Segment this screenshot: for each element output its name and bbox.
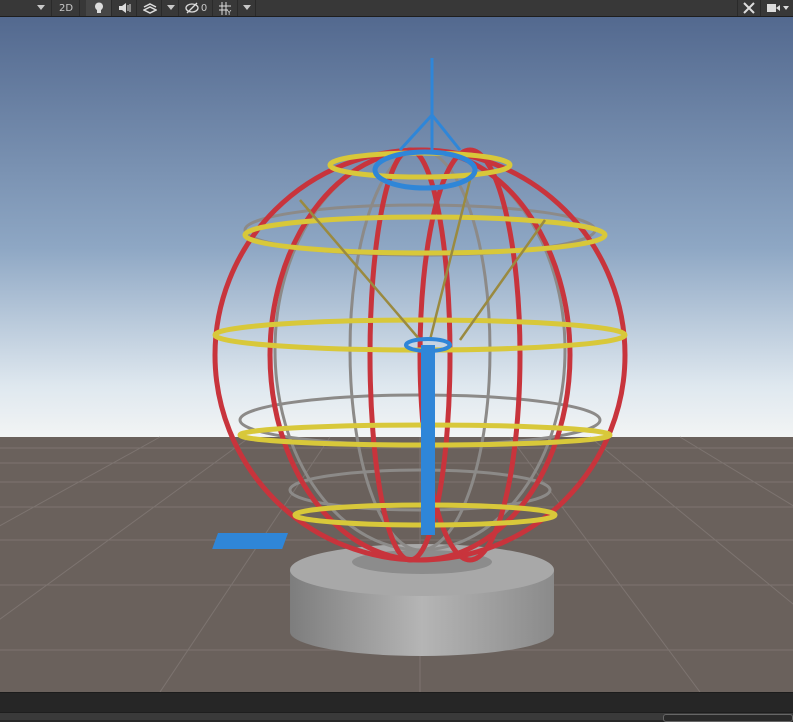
- bottom-panel-bar: [0, 692, 793, 712]
- lightbulb-icon: [94, 2, 103, 13]
- tools-icon: [743, 2, 755, 14]
- status-field[interactable]: [663, 714, 793, 722]
- toggle-2d-button[interactable]: 2D: [53, 0, 80, 16]
- audio-toggle[interactable]: [113, 0, 137, 16]
- scene-toolbar: 2D 0 Y: [0, 0, 793, 17]
- scene-render: [0, 17, 793, 692]
- grid-dropdown[interactable]: [239, 0, 256, 16]
- visibility-off-icon: [185, 2, 199, 14]
- dropdown-arrow-icon: [243, 5, 251, 10]
- camera-settings-button[interactable]: [762, 0, 793, 16]
- toggle-2d-label: 2D: [58, 2, 74, 14]
- hidden-objects-toggle[interactable]: 0: [180, 0, 213, 16]
- draw-mode-dropdown[interactable]: [30, 0, 52, 16]
- svg-text:Y: Y: [226, 9, 232, 15]
- speaker-icon: [118, 3, 130, 13]
- grid-toggle[interactable]: Y: [214, 0, 238, 16]
- grid-icon: Y: [218, 1, 232, 15]
- sky: [0, 17, 793, 437]
- effects-dropdown[interactable]: [163, 0, 179, 16]
- tools-button[interactable]: [737, 0, 761, 16]
- lighting-toggle[interactable]: [86, 0, 112, 16]
- camera-icon: [766, 4, 789, 12]
- dropdown-arrow-icon: [166, 5, 175, 10]
- effects-toggle[interactable]: [138, 0, 162, 16]
- hidden-count: 0: [200, 2, 208, 14]
- scene-viewport[interactable]: [0, 17, 793, 692]
- effects-icon: [142, 3, 157, 14]
- dropdown-arrow-icon: [36, 5, 45, 10]
